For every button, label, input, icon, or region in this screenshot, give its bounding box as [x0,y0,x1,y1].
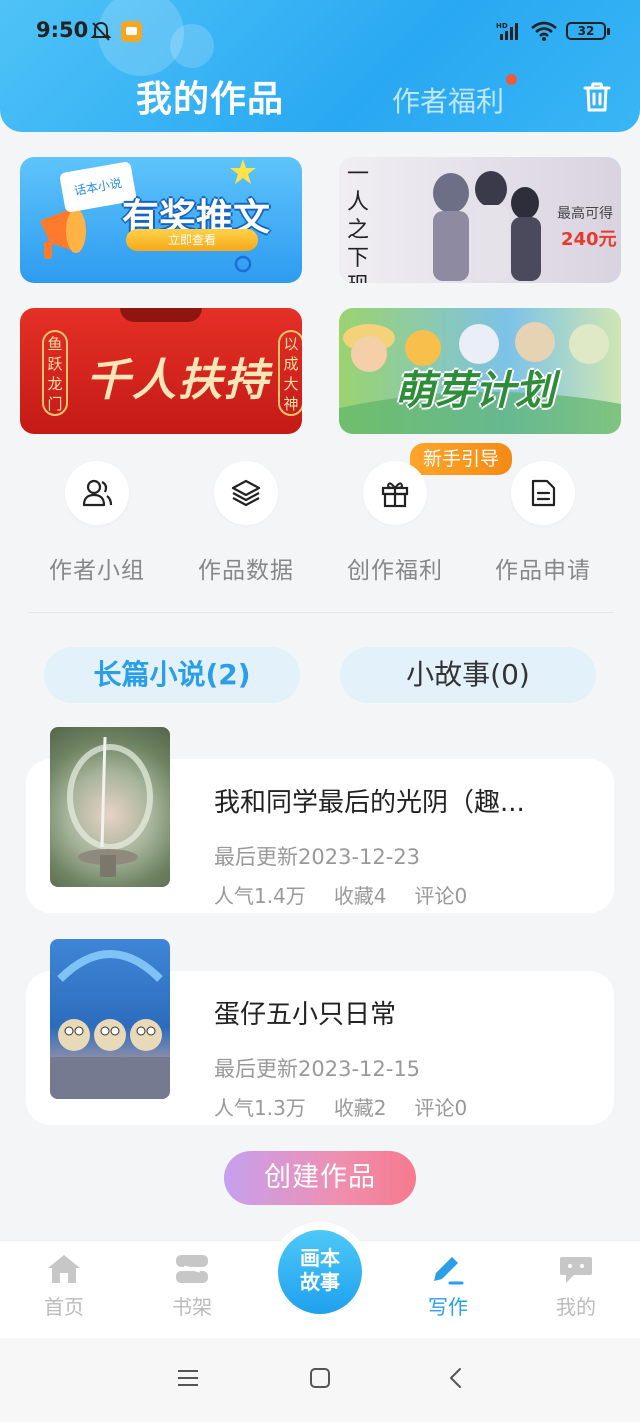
quick-action-author-group[interactable]: 作者小组 [22,461,172,585]
bell-off-icon [90,21,112,41]
quick-action-work-data[interactable]: 作品数据 [171,461,321,585]
center-label-line2: 故事 [300,1270,340,1294]
left-couplet: 鱼跃龙门 [42,330,68,416]
quick-action-label: 作品数据 [198,558,294,584]
quick-action-label: 作品申请 [495,558,591,584]
battery-indicator: 32 [566,22,610,40]
eggy-party-illustration [50,950,170,1099]
trash-icon[interactable] [580,80,614,114]
quick-action-circle [65,461,129,525]
quick-action-work-application[interactable]: 作品申请 [468,461,618,585]
divider [28,612,614,613]
picture-story-inner: 画本 故事 [278,1230,362,1314]
create-work-button[interactable]: 创建作品 [224,1151,416,1205]
nav-label: 书架 [172,1295,212,1319]
layers-icon [231,479,261,507]
nav-label: 首页 [44,1295,84,1319]
prize-label: 最高可得 [557,206,613,222]
nav-home[interactable]: 首页 [14,1253,114,1320]
quick-action-creative-welfare[interactable]: 创作福利 [320,461,470,585]
page-title[interactable]: 我的作品 [136,70,284,122]
work-comments: 评论0 [414,884,468,908]
bookshelf-icon [176,1255,208,1283]
center-label-line1: 画本 [300,1246,340,1270]
unread-dot [506,74,517,85]
tab-short-story[interactable]: 小故事(0) [340,647,596,703]
work-stats: 人气1.3万 收藏2 评论0 [214,1092,495,1121]
status-time: 9:50 [36,18,89,42]
home-square-icon[interactable] [308,1366,332,1390]
work-stats: 人气1.4万 收藏4 评论0 [214,880,495,909]
pen-icon [434,1257,464,1285]
work-updated: 最后更新2023-12-15 [214,1057,421,1081]
fountain-illustration [67,736,153,877]
nav-label: 我的 [556,1295,596,1319]
banner-view-button[interactable]: 立即查看 [126,229,258,251]
work-cover-image[interactable] [50,727,170,887]
banner-reward-post[interactable]: 话本小说 有奖推文 立即查看 [20,157,302,283]
back-icon[interactable] [444,1366,468,1390]
document-icon [531,479,556,507]
work-title[interactable]: 我和同学最后的光阴（趣... [214,782,525,819]
system-nav-bar [0,1338,640,1422]
characters-illustration [433,171,541,281]
tab-author-welfare[interactable]: 作者福利 [392,80,504,120]
users-icon [82,479,113,507]
picture-story-button[interactable]: 画本 故事 [270,1222,370,1322]
quick-action-circle [511,461,575,525]
wifi-icon [531,21,557,41]
nav-me[interactable]: 我的 [526,1253,626,1320]
banner-title: 千人扶持 [86,355,270,406]
work-popularity: 人气1.4万 [214,884,306,908]
banner-qianren-support[interactable]: 鱼跃龙门 以成大神 千人扶持 [20,308,302,434]
work-favorites: 收藏4 [333,884,387,908]
header: 9:50 HD 32 我的作品 作者福利 [0,0,640,132]
nav-label: 写作 [428,1295,468,1319]
banner-title: 萌芽计划 [395,368,555,414]
tab-long-novel[interactable]: 长篇小说(2) [44,647,300,703]
ring-decor-icon [234,255,252,273]
work-cover-image[interactable] [50,939,170,1099]
quick-action-label: 作者小组 [49,558,145,584]
quick-action-circle [214,461,278,525]
nav-write[interactable]: 写作 [398,1253,498,1320]
banner-vertical-title: 一人之下现金扶持 [347,162,370,283]
work-updated: 最后更新2023-12-23 [214,845,421,869]
banner-sprout-plan[interactable]: 萌芽计划 [339,308,621,434]
gift-icon [381,482,409,508]
cell-signal-icon: HD [496,22,518,40]
work-popularity: 人气1.3万 [214,1096,306,1120]
svg-text:HD: HD [496,22,508,30]
home-icon [48,1255,80,1283]
chat-bubble-icon [560,1257,592,1283]
right-couplet: 以成大神 [278,330,302,416]
star-icon [230,159,256,184]
quick-action-circle [363,461,427,525]
message-notification-icon [121,21,142,42]
work-title[interactable]: 蛋仔五小只日常 [214,994,396,1031]
banner-decor [120,308,202,322]
prize-value: 240元 [561,229,617,250]
nav-bookshelf[interactable]: 书架 [142,1253,242,1320]
work-comments: 评论0 [414,1096,468,1120]
work-favorites: 收藏2 [333,1096,387,1120]
banner-yirenzhixia[interactable]: 一人之下现金扶持 最高可得 240元 [339,157,621,283]
menu-icon[interactable] [176,1366,200,1390]
status-bar: 9:50 HD 32 [0,14,640,48]
quick-action-label: 创作福利 [347,558,443,584]
